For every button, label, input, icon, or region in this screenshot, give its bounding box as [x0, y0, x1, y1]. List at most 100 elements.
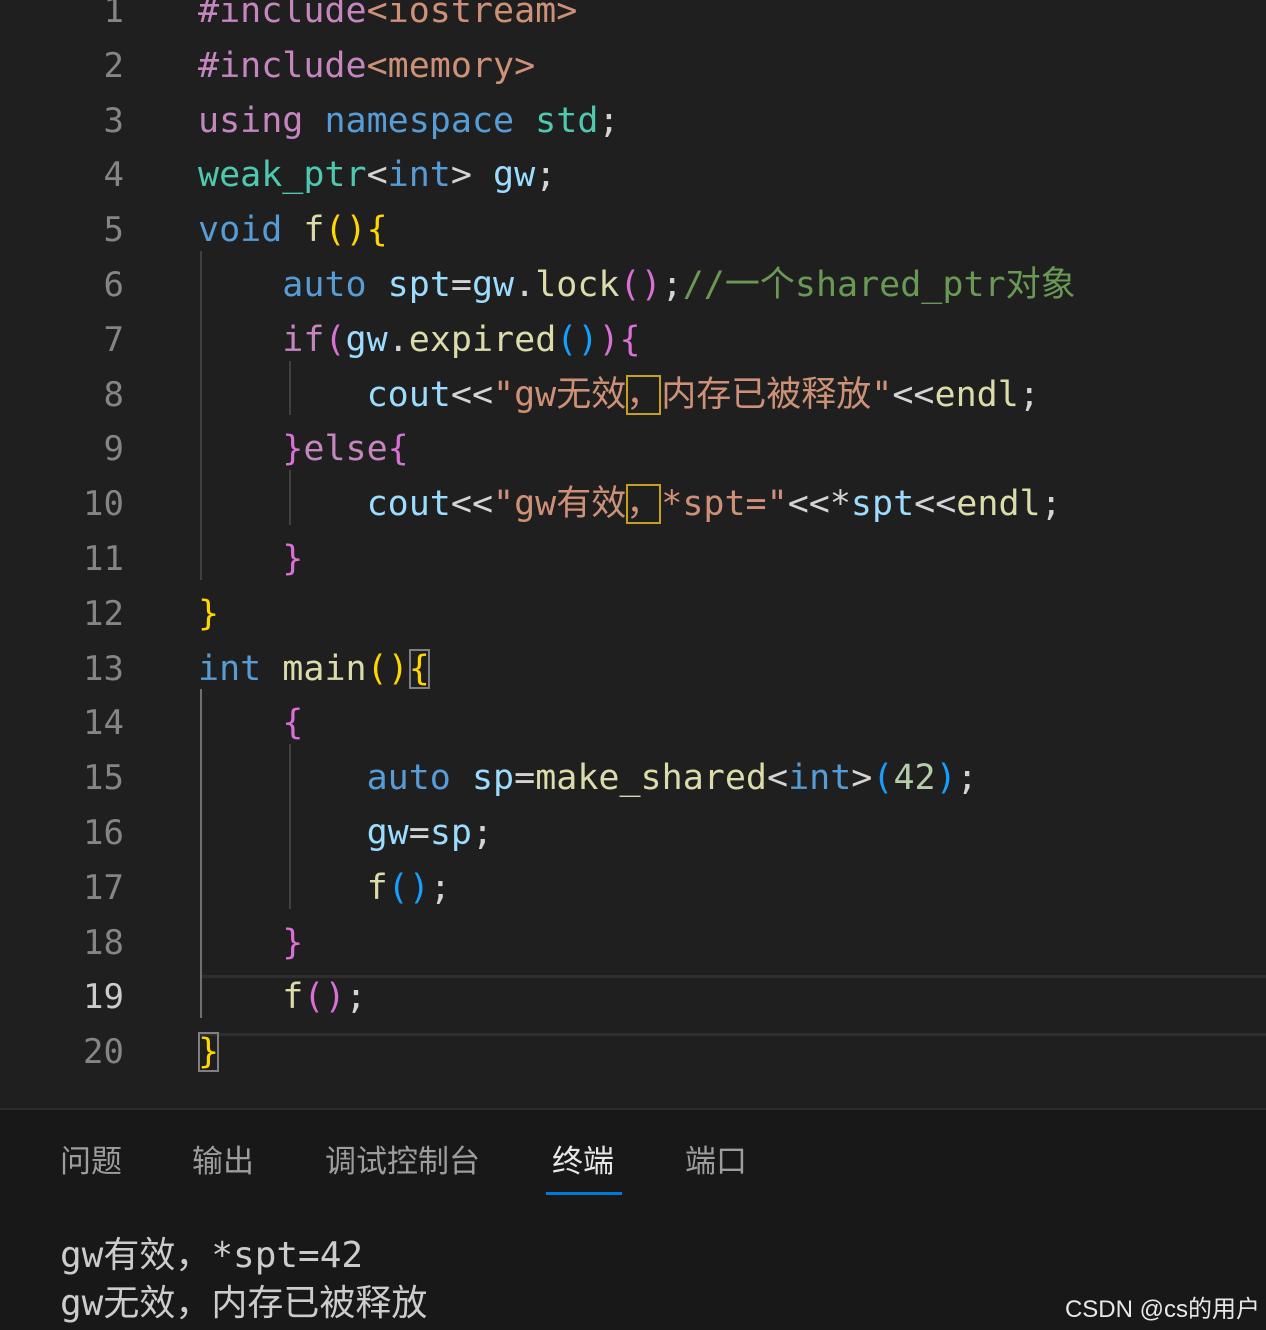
line-number: 13: [83, 648, 124, 689]
tab-output[interactable]: 输出: [192, 1140, 254, 1184]
code-token: <<: [450, 484, 494, 525]
code-token: #include: [198, 45, 367, 86]
tab-debug-console[interactable]: 调试控制台: [325, 1140, 480, 1184]
code-line[interactable]: 6 auto spt=gw.lock();//一个shared_ptr对象: [0, 257, 1266, 312]
code-line[interactable]: 18 }: [0, 915, 1266, 970]
code-token: sp: [471, 758, 515, 799]
code-editor[interactable]: 1 #include<iostream> 2 #include<memory> 3 usi…: [0, 0, 1266, 1108]
code-token: >: [851, 758, 873, 799]
code-line[interactable]: 13 int main(){: [0, 641, 1266, 696]
terminal-line: gw有效，*spt=42: [60, 1235, 364, 1276]
code-line[interactable]: 3 using namespace std;: [0, 93, 1266, 148]
code-line[interactable]: 14 {: [0, 695, 1266, 750]
code-text[interactable]: }: [198, 1030, 220, 1074]
code-token: gw: [493, 155, 536, 196]
code-line[interactable]: 12}: [0, 586, 1266, 641]
code-token: }: [282, 922, 304, 963]
code-token: <: [766, 758, 789, 799]
code-line[interactable]: 11 }: [0, 531, 1266, 586]
code-text[interactable]: int main(){: [198, 647, 430, 691]
code-line[interactable]: 5 void f(){: [0, 202, 1266, 257]
code-token: std: [535, 100, 599, 141]
code-token: ): [598, 319, 620, 360]
code-token: *spt=": [661, 484, 788, 525]
code-token: .: [387, 319, 409, 360]
code-text[interactable]: f();: [198, 866, 451, 910]
code-token: void: [198, 210, 283, 251]
line-number: 10: [83, 484, 124, 525]
code-text[interactable]: if(gw.expired()){: [198, 318, 641, 362]
code-token: endl: [956, 484, 1041, 525]
code-line[interactable]: 15 auto sp=make_shared<int>(42);: [0, 750, 1266, 805]
tab-problems[interactable]: 问题: [60, 1140, 122, 1184]
code-line[interactable]: 8 cout<<"gw无效，内存已被释放"<<endl;: [0, 367, 1266, 422]
line-number: 18: [83, 922, 124, 963]
code-text[interactable]: f();: [198, 975, 367, 1019]
code-token: {: [387, 429, 409, 470]
line-number: 20: [83, 1032, 124, 1073]
code-token: <iostream>: [366, 0, 578, 31]
code-text[interactable]: using namespace std;: [198, 99, 619, 143]
code-token: weak_ptr: [198, 155, 367, 196]
line-number: 17: [83, 867, 124, 908]
code-line[interactable]: 7 if(gw.expired()){: [0, 312, 1266, 367]
code-line[interactable]: 1 #include<iostream>: [0, 0, 1266, 38]
line-number: 15: [83, 758, 124, 799]
watermark: CSDN @cs的用户: [1064, 1296, 1260, 1323]
code-token: <<: [892, 374, 935, 415]
code-text[interactable]: #include<memory>: [198, 44, 535, 88]
code-token: ;: [345, 977, 367, 1018]
active-tab-indicator: [546, 1192, 622, 1195]
code-text[interactable]: }: [198, 592, 219, 636]
code-text[interactable]: #include<iostream>: [198, 0, 577, 33]
code-line[interactable]: 9 }else{: [0, 421, 1266, 476]
code-token: (): [366, 648, 409, 689]
code-text[interactable]: auto spt=gw.lock();//一个shared_ptr对象: [198, 263, 1075, 307]
code-text[interactable]: }: [198, 537, 303, 581]
line-number: 4: [103, 155, 124, 196]
code-text[interactable]: weak_ptr<int> gw;: [198, 153, 556, 197]
code-text[interactable]: }: [198, 921, 303, 965]
code-text[interactable]: }else{: [198, 427, 409, 471]
code-line[interactable]: 16 gw=sp;: [0, 805, 1266, 860]
bottom-panel: 问题 输出 调试控制台 终端 端口 gw有效，*spt=42 gw无效，内存已被释放 CS…: [0, 1108, 1266, 1330]
line-number: 5: [103, 210, 124, 251]
code-token: (): [387, 867, 430, 908]
code-line[interactable]: 17 f();: [0, 860, 1266, 915]
code-token: int: [387, 155, 451, 196]
code-text[interactable]: auto sp=make_shared<int>(42);: [198, 756, 978, 800]
code-token: expired: [408, 319, 557, 360]
code-text[interactable]: gw=sp;: [198, 811, 493, 855]
code-line[interactable]: 4 weak_ptr<int> gw;: [0, 147, 1266, 202]
code-line[interactable]: 20}: [0, 1024, 1266, 1079]
line-number: 11: [83, 539, 124, 579]
code-line[interactable]: 10 cout<<"gw有效，*spt="<<*spt<<endl;: [0, 476, 1266, 531]
code-token: (): [303, 977, 346, 1018]
code-text[interactable]: void f(){: [198, 208, 388, 252]
code-token: endl: [934, 374, 1019, 415]
code-token: ;: [535, 155, 557, 196]
code-token: f: [303, 210, 325, 251]
code-line[interactable]: 19 f();: [0, 969, 1266, 1024]
code-token: spt: [850, 484, 915, 525]
tab-ports[interactable]: 端口: [685, 1140, 747, 1184]
code-token: {: [619, 319, 641, 360]
code-text[interactable]: cout<<"gw无效，内存已被释放"<<endl;: [198, 373, 1040, 417]
code-line[interactable]: 2 #include<memory>: [0, 38, 1266, 93]
code-text[interactable]: cout<<"gw有效，*spt="<<*spt<<endl;: [198, 482, 1062, 526]
code-token: spt: [387, 265, 451, 305]
line-number: 3: [103, 100, 124, 141]
tab-terminal[interactable]: 终端: [552, 1140, 614, 1184]
code-token: <: [366, 155, 388, 196]
code-text[interactable]: {: [198, 701, 303, 745]
code-token: int: [788, 758, 852, 799]
